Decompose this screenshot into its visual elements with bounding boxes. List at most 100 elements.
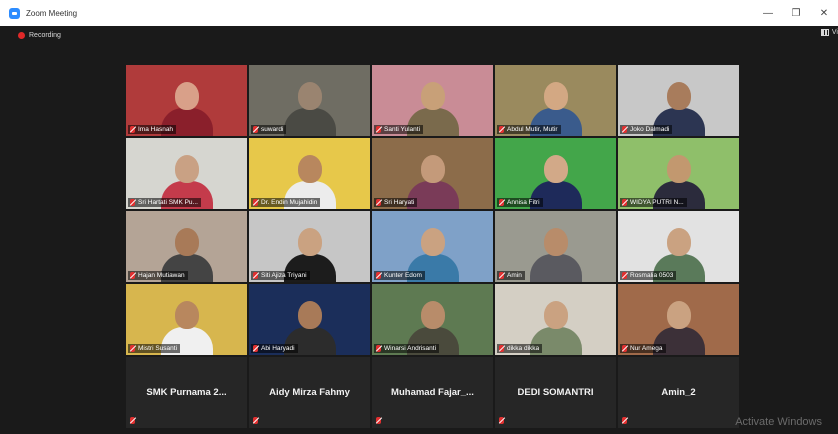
participant-body [283, 108, 336, 136]
participant-name-bar: Ima Hasnah [128, 125, 177, 134]
participant-name: Ima Hasnah [138, 126, 174, 133]
participant-tile[interactable]: Abdul Mutir, Mutir [495, 65, 616, 136]
participant-name-bar: Sri Haryati [374, 198, 418, 207]
participant-name: Abi Haryadi [261, 345, 295, 352]
participant-tile[interactable]: Hajan Mutiawan [126, 211, 247, 282]
view-button[interactable]: Vi [820, 29, 838, 36]
participant-tile[interactable]: Joko Dalmadi [618, 65, 739, 136]
participant-head [420, 155, 445, 183]
muted-mic-icon [253, 199, 258, 206]
participant-name: Hajan Mutiawan [138, 272, 185, 279]
participant-tile[interactable]: WIDYA PUTRI N... [618, 138, 739, 209]
muted-mic-icon [622, 345, 627, 352]
participant-name: DEDI SOMANTRI [517, 387, 594, 398]
participant-head [543, 228, 568, 256]
participant-tile[interactable]: Sri Haryati [372, 138, 493, 209]
title-bar: Zoom Meeting — ❐ ✕ [0, 0, 838, 26]
activate-windows-watermark: Activate Windows [735, 416, 822, 428]
muted-mic-icon [376, 345, 381, 352]
participant-tile[interactable]: Santi Yulanti [372, 65, 493, 136]
gallery-grid: Ima Hasnah suwardi Santi Yulanti Abdul Muti… [126, 65, 739, 428]
participant-video [283, 80, 336, 136]
view-label: Vi [831, 29, 838, 36]
muted-mic-icon [499, 272, 504, 279]
participant-name-bar: Sri Hartati SMK Pu... [128, 198, 201, 207]
participant-tile[interactable]: Rosmalia 0503 [618, 211, 739, 282]
participant-tile[interactable]: Mistri Susanti [126, 284, 247, 355]
muted-mic-icon [622, 272, 627, 279]
participant-name-bar: suwardi [251, 125, 287, 134]
participant-name-bar: Abi Haryadi [251, 344, 298, 353]
participant-tile[interactable]: Annisa Fitri [495, 138, 616, 209]
participant-head [420, 301, 445, 329]
participant-name-bar: Hajan Mutiawan [128, 271, 188, 280]
participant-body [529, 254, 582, 282]
participant-head [666, 82, 691, 110]
muted-mic-icon [499, 199, 504, 206]
gallery-view-icon [820, 29, 829, 36]
participant-name-bar: Winarsi Andrisanti [374, 344, 440, 353]
participant-tile[interactable]: Siti Ajiza Triyani [249, 211, 370, 282]
participant-tile[interactable]: Sri Hartati SMK Pu... [126, 138, 247, 209]
muted-mic-icon [622, 417, 627, 424]
participant-tile[interactable]: Muhamad Fajar_... [372, 357, 493, 428]
muted-mic-icon [376, 126, 381, 133]
participant-name: Sri Haryati [384, 199, 415, 206]
muted-mic-icon [253, 345, 258, 352]
participant-head [420, 82, 445, 110]
participant-name-bar: Rosmalia 0503 [620, 271, 677, 280]
muted-mic-icon [130, 345, 135, 352]
participant-tile[interactable]: Nur Amega [618, 284, 739, 355]
close-icon[interactable]: ✕ [810, 0, 838, 26]
participant-name: Siti Ajiza Triyani [261, 272, 307, 279]
muted-mic-icon [130, 417, 135, 424]
participant-head [543, 155, 568, 183]
participant-tile[interactable]: Kunter Edom [372, 211, 493, 282]
muted-mic-icon [376, 272, 381, 279]
participant-tile[interactable]: suwardi [249, 65, 370, 136]
participant-name: suwardi [261, 126, 284, 133]
participant-tile[interactable]: Ima Hasnah [126, 65, 247, 136]
participant-video [529, 226, 582, 282]
participant-name-bar: Amin [497, 271, 525, 280]
muted-mic-icon [499, 126, 504, 133]
participant-name: Winarsi Andrisanti [384, 345, 437, 352]
participant-name-bar: Santi Yulanti [374, 125, 424, 134]
muted-mic-icon [130, 199, 135, 206]
muted-mic-icon [499, 417, 504, 424]
participant-tile[interactable]: Amin_2 [618, 357, 739, 428]
participant-name-bar: dikka dikka [497, 344, 543, 353]
recording-label: Recording [29, 31, 61, 39]
muted-mic-icon [499, 345, 504, 352]
participant-head [174, 155, 199, 183]
participant-head [297, 301, 322, 329]
participant-name: Santi Yulanti [384, 126, 421, 133]
participant-name: Amin_2 [661, 387, 696, 398]
muted-mic-icon [622, 126, 627, 133]
participant-name: Muhamad Fajar_... [391, 387, 474, 398]
participant-name: WIDYA PUTRI N... [630, 199, 684, 206]
participant-tile[interactable]: Aidy Mirza Fahmy [249, 357, 370, 428]
muted-mic-icon [253, 272, 258, 279]
participant-name: dikka dikka [507, 345, 540, 352]
participant-name-bar: Nur Amega [620, 344, 666, 353]
restore-icon[interactable]: ❐ [782, 0, 810, 26]
participant-head [297, 228, 322, 256]
participant-tile[interactable]: dikka dikka [495, 284, 616, 355]
participant-head [174, 82, 199, 110]
participant-tile[interactable]: Amin [495, 211, 616, 282]
participant-tile[interactable]: SMK Purnama 2... [126, 357, 247, 428]
participant-tile[interactable]: Winarsi Andrisanti [372, 284, 493, 355]
participant-name: Sri Hartati SMK Pu... [138, 199, 198, 206]
participant-tile[interactable]: DEDI SOMANTRI [495, 357, 616, 428]
participant-tile[interactable]: Abi Haryadi [249, 284, 370, 355]
meeting-top-bar: Recording Vi [10, 26, 838, 44]
muted-mic-icon [130, 126, 135, 133]
participant-head [666, 228, 691, 256]
recording-icon [18, 31, 25, 39]
participant-tile[interactable]: Dr. Endin Mujahidin [249, 138, 370, 209]
muted-mic-icon [376, 199, 381, 206]
minimize-icon[interactable]: — [754, 0, 782, 26]
participant-name: Rosmalia 0503 [630, 272, 674, 279]
participant-head [174, 228, 199, 256]
